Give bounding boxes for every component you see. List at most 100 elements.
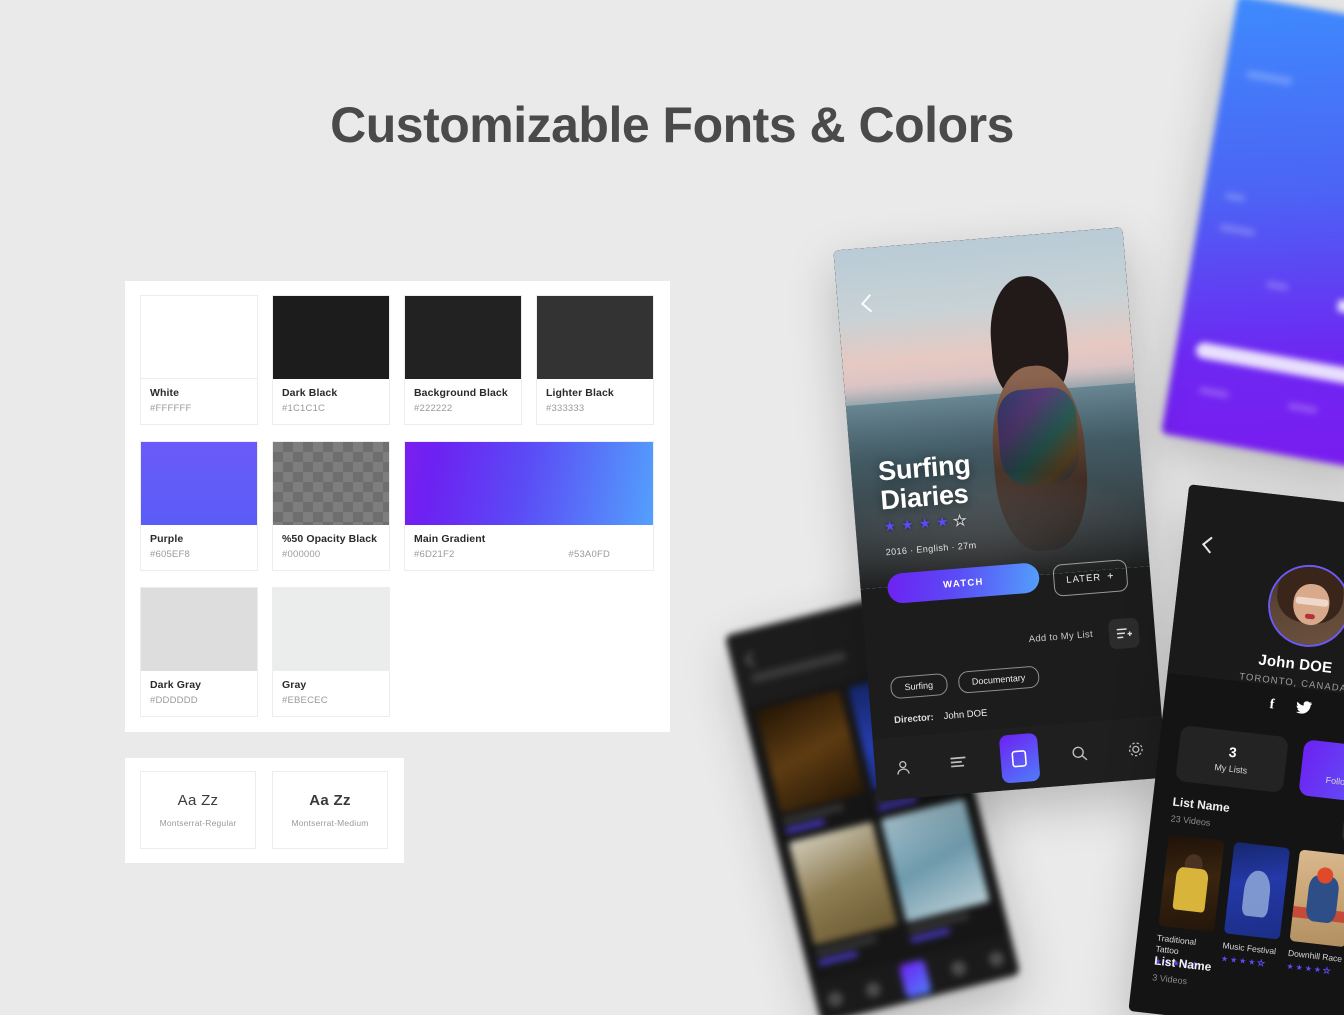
star-icon: ★	[1238, 955, 1247, 966]
add-to-list-row: Add to My List	[865, 616, 1157, 673]
swatch-purple: Purple #605EF8	[140, 441, 258, 571]
typography-panel: Aa Zz Montserrat-Regular Aa Zz Montserra…	[125, 758, 404, 863]
star-outline-icon: ★	[1256, 957, 1266, 969]
swatch-dark-black: Dark Black #1C1C1C	[272, 295, 390, 425]
placeholder-bar	[1336, 299, 1344, 322]
swatch-name: Dark Black	[282, 387, 338, 399]
swatch-hex: #1C1C1C	[282, 403, 326, 414]
tab-profile[interactable]	[887, 751, 919, 783]
swatch-background-black: Background Black #222222	[404, 295, 522, 425]
page-title: Customizable Fonts & Colors	[330, 97, 1014, 153]
stat-label: My Lists	[1213, 762, 1248, 776]
swatch-hex-start: #6D21F2	[414, 549, 455, 560]
star-icon: ★	[1304, 963, 1313, 974]
add-to-list-button[interactable]	[1107, 617, 1141, 650]
placeholder-bar	[1198, 386, 1230, 399]
person-icon	[897, 760, 910, 775]
star-outline-icon: ★	[1322, 965, 1331, 976]
tab-lists[interactable]	[943, 747, 975, 779]
tab-settings[interactable]	[1120, 733, 1152, 765]
swatch-meta: Gray #EBECEC	[273, 671, 389, 716]
star-icon: ★	[882, 517, 897, 535]
font-name: Montserrat-Regular	[159, 818, 237, 828]
swatch-name: White	[150, 387, 180, 399]
tag-surfing[interactable]: Surfing	[889, 672, 948, 700]
twitter-icon[interactable]	[1295, 700, 1312, 718]
list-video-count: 23 Videos	[1170, 813, 1211, 828]
swatch-name: Background Black	[414, 387, 508, 399]
list-item[interactable]: Traditional Tattoo ★ ★ ★ ★ ★	[1154, 834, 1225, 972]
later-button-label: LATER	[1065, 571, 1102, 586]
gear-icon	[1129, 741, 1143, 756]
swatch-meta: Dark Black #1C1C1C	[273, 379, 389, 424]
swatch-hex: #000000	[282, 549, 321, 560]
star-icon: ★	[1220, 953, 1229, 964]
tab-search[interactable]	[1064, 737, 1096, 769]
stat-my-lists[interactable]: 3 My Lists	[1175, 724, 1289, 794]
swatch-name: Gray	[282, 679, 307, 691]
list-plus-icon	[1116, 627, 1132, 639]
placeholder-bar	[1219, 223, 1256, 237]
swatch-white: White #FFFFFF	[140, 295, 258, 425]
star-icon: ★	[1286, 961, 1295, 972]
list-name: List Name	[1171, 794, 1231, 816]
tab-icon-active	[899, 959, 933, 999]
stat-label: Followed Lists	[1325, 774, 1344, 791]
swatch-chip	[273, 296, 389, 379]
tab-browse[interactable]	[998, 732, 1041, 784]
tag-list: Surfing Documentary	[889, 665, 1041, 700]
bottom-tab-bar	[872, 715, 1167, 801]
color-palette-panel: White #FFFFFF Dark Black #1C1C1C Backgro…	[125, 281, 670, 732]
plus-icon: +	[1106, 570, 1115, 583]
star-icon: ★	[1247, 956, 1257, 967]
swatch-gray: Gray #EBECEC	[272, 587, 390, 717]
social-links: f	[1164, 685, 1344, 730]
thumb	[880, 798, 990, 923]
stat-number: 3	[1228, 743, 1238, 761]
placeholder-bar	[1224, 191, 1246, 203]
facebook-icon[interactable]: f	[1269, 697, 1275, 713]
phone-mockup-detail: Surfing Diaries ★ ★ ★ ★ ★ 2016 · English…	[833, 227, 1167, 801]
list-icon	[950, 756, 966, 768]
swatch-meta: %50 Opacity Black #000000	[273, 525, 389, 570]
blurred-grid-cell	[788, 821, 903, 966]
swatch-hex: #605EF8	[150, 549, 190, 560]
tag-label: Documentary	[971, 672, 1026, 687]
square-icon	[1011, 749, 1028, 767]
gradient-scrim	[833, 227, 1150, 590]
list-item[interactable]: Downhill Race ★ ★ ★ ★ ★	[1285, 849, 1344, 987]
swatch-name: Main Gradient	[414, 533, 486, 545]
star-icon: ★	[935, 513, 950, 531]
swatch-hex: #EBECEC	[282, 695, 328, 706]
phone-mockup-profile: John DOE TORONTO, CANADA f 3 My Lists 7 …	[1128, 484, 1344, 1015]
swatch-hex-end: #53A0FD	[568, 549, 611, 560]
swatch-chip	[141, 442, 257, 525]
placeholder-bar	[1265, 280, 1289, 292]
thumb	[788, 821, 898, 946]
swatch-chip	[537, 296, 653, 379]
star-icon: ★	[917, 514, 932, 532]
tab-icon	[826, 989, 845, 1008]
swatch-meta: Dark Gray #DDDDDD	[141, 671, 257, 716]
list-item[interactable]: Music Festival ★ ★ ★ ★ ★	[1219, 841, 1291, 980]
swatch-meta: White #FFFFFF	[141, 379, 257, 424]
watch-button-label: WATCH	[942, 576, 985, 591]
avatar	[1263, 560, 1344, 652]
item-rating: ★ ★ ★ ★ ★	[1220, 953, 1278, 969]
blurred-grid-cell	[880, 798, 995, 943]
swatch-name: Purple	[150, 533, 184, 545]
tag-documentary[interactable]: Documentary	[957, 665, 1041, 694]
stat-followed-lists[interactable]: 7 Followed Lists	[1298, 739, 1344, 808]
font-card-regular: Aa Zz Montserrat-Regular	[140, 771, 256, 849]
phone-mockup-gradient-blurred	[1160, 0, 1344, 470]
star-icon: ★	[1313, 964, 1322, 975]
list-video-count: 3 Videos	[1151, 972, 1188, 987]
later-button[interactable]: LATER +	[1052, 559, 1129, 597]
swatch-chip	[141, 588, 257, 671]
swatch-dark-gray: Dark Gray #DDDDDD	[140, 587, 258, 717]
swatch-chip	[405, 296, 521, 379]
swatch-name: Lighter Black	[546, 387, 614, 399]
director-label: Director:	[893, 711, 935, 727]
add-to-list-label: Add to My List	[1028, 628, 1094, 646]
swatch-meta: Purple #605EF8	[141, 525, 257, 570]
